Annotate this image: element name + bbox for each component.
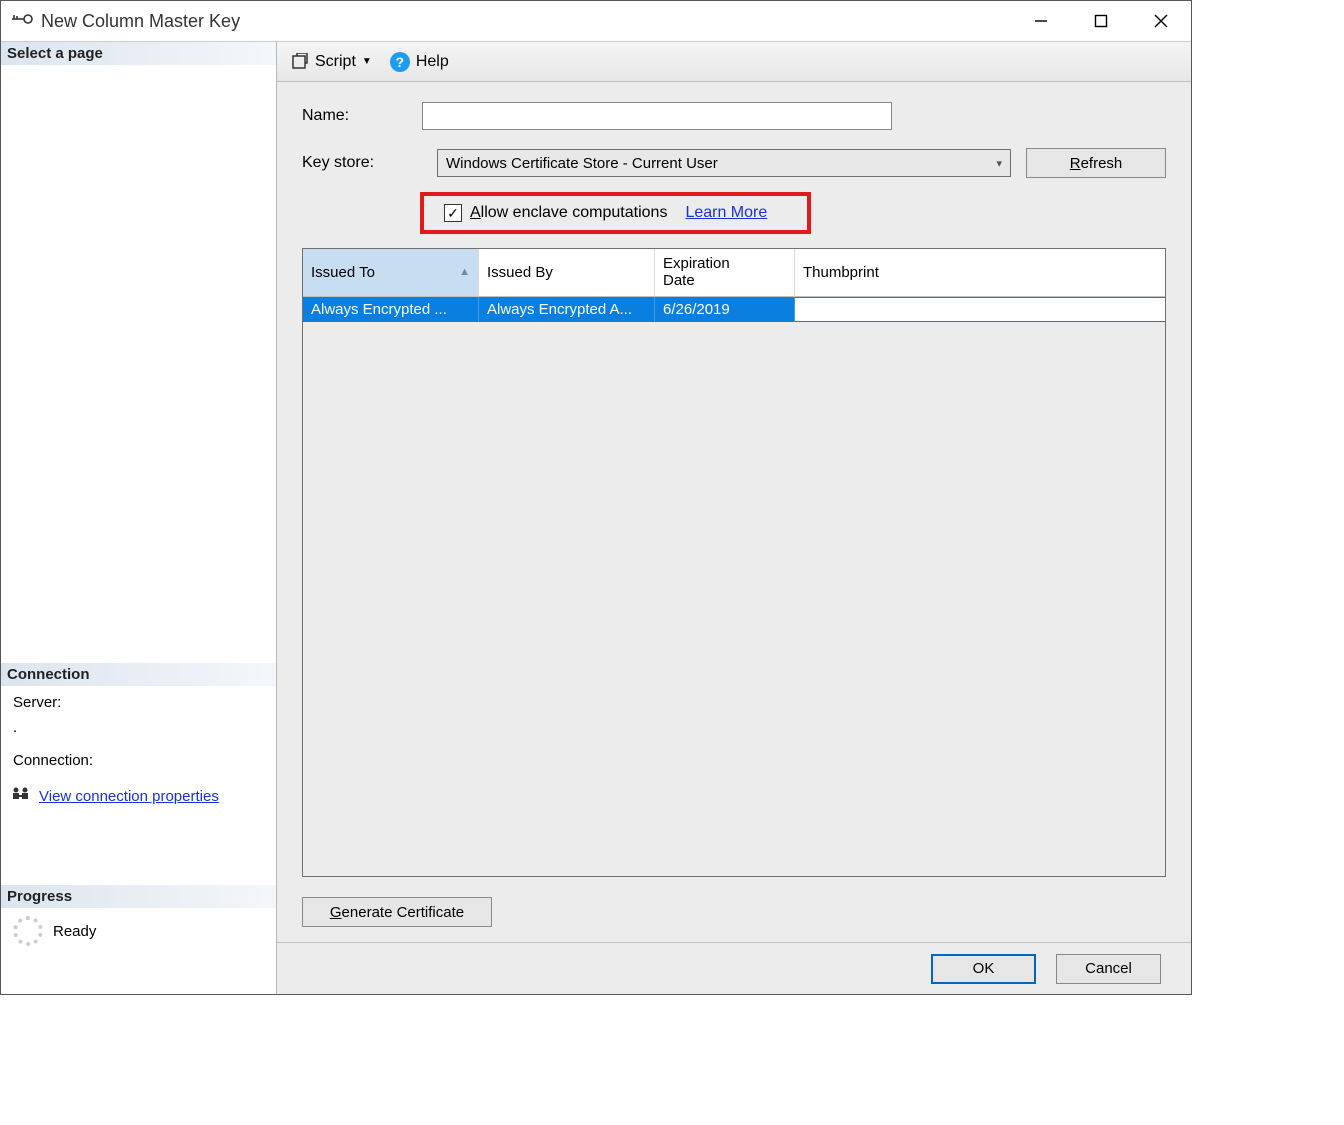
sidebar: Select a page Connection Server: . Conne… — [1, 42, 277, 994]
name-input[interactable] — [422, 102, 892, 130]
column-header-thumbprint[interactable]: Thumbprint — [795, 249, 1165, 296]
server-label: Server: — [1, 686, 276, 719]
script-label: Script — [315, 53, 356, 71]
certificates-grid[interactable]: Issued To ▲ Issued By Expiration Date Th… — [302, 248, 1166, 877]
cell-thumbprint — [795, 297, 1165, 322]
cell-issued-to: Always Encrypted ... — [303, 297, 479, 322]
checkbox-icon: ✓ — [444, 204, 462, 222]
grid-header: Issued To ▲ Issued By Expiration Date Th… — [303, 249, 1165, 297]
view-connection-row: View connection properties — [1, 777, 276, 815]
name-row: Name: — [302, 102, 1166, 130]
cell-expiration-date: 6/26/2019 — [655, 297, 795, 322]
maximize-button[interactable] — [1071, 1, 1131, 41]
select-page-header: Select a page — [1, 42, 276, 65]
sidebar-spacer — [1, 65, 276, 663]
key-store-value: Windows Certificate Store - Current User — [446, 155, 718, 172]
learn-more-link[interactable]: Learn More — [685, 204, 767, 222]
table-row[interactable]: Always Encrypted ... Always Encrypted A.… — [303, 297, 1165, 322]
cancel-button[interactable]: Cancel — [1056, 954, 1161, 984]
view-connection-properties-link[interactable]: View connection properties — [39, 788, 219, 805]
key-icon — [11, 12, 33, 30]
minimize-button[interactable] — [1011, 1, 1071, 41]
title-bar: New Column Master Key — [1, 1, 1191, 41]
progress-header: Progress — [1, 885, 276, 908]
key-store-combobox[interactable]: Windows Certificate Store - Current User… — [437, 149, 1011, 177]
chevron-down-icon: ▼ — [362, 56, 372, 67]
enclave-highlight-box: ✓ Allow enclave computations Learn More — [420, 192, 811, 234]
progress-row: Ready — [1, 908, 276, 954]
key-store-label: Key store: — [302, 154, 422, 172]
dialog-body: Select a page Connection Server: . Conne… — [1, 41, 1191, 994]
column-header-issued-to[interactable]: Issued To ▲ — [303, 249, 479, 296]
key-store-row: Key store: Windows Certificate Store - C… — [302, 148, 1166, 178]
chevron-down-icon: ▾ — [996, 157, 1002, 170]
name-label: Name: — [302, 107, 422, 125]
refresh-button[interactable]: Refresh — [1026, 148, 1166, 178]
close-button[interactable] — [1131, 1, 1191, 41]
script-icon — [291, 53, 309, 71]
content-area: Name: Key store: Windows Certificate Sto… — [277, 82, 1191, 942]
window-controls — [1011, 1, 1191, 41]
connection-properties-icon — [11, 785, 31, 807]
allow-enclave-checkbox[interactable]: ✓ Allow enclave computations — [444, 204, 667, 222]
connection-label: Connection: — [1, 744, 276, 777]
generate-certificate-button[interactable]: Generate Certificate — [302, 897, 492, 927]
toolbar: Script ▼ ? Help — [277, 42, 1191, 82]
server-value: . — [1, 719, 276, 744]
help-label: Help — [416, 53, 449, 71]
generate-certificate-row: Generate Certificate — [302, 897, 1166, 927]
grid-body: Always Encrypted ... Always Encrypted A.… — [303, 297, 1165, 877]
column-header-expiration-date[interactable]: Expiration Date — [655, 249, 795, 296]
help-icon: ? — [390, 52, 410, 72]
progress-status: Ready — [53, 923, 96, 940]
progress-spinner-icon — [13, 916, 43, 946]
window-title: New Column Master Key — [41, 11, 1011, 32]
column-header-issued-by[interactable]: Issued By — [479, 249, 655, 296]
main-panel: Script ▼ ? Help Name: Key store: Windows… — [277, 42, 1191, 994]
dialog-window: New Column Master Key Select a page Conn… — [0, 0, 1192, 995]
sort-ascending-icon: ▲ — [459, 266, 470, 278]
dialog-footer: OK Cancel — [277, 942, 1191, 994]
connection-header: Connection — [1, 663, 276, 686]
help-button[interactable]: ? Help — [386, 50, 453, 74]
script-dropdown[interactable]: Script ▼ — [287, 51, 376, 73]
cell-issued-by: Always Encrypted A... — [479, 297, 655, 322]
ok-button[interactable]: OK — [931, 954, 1036, 984]
